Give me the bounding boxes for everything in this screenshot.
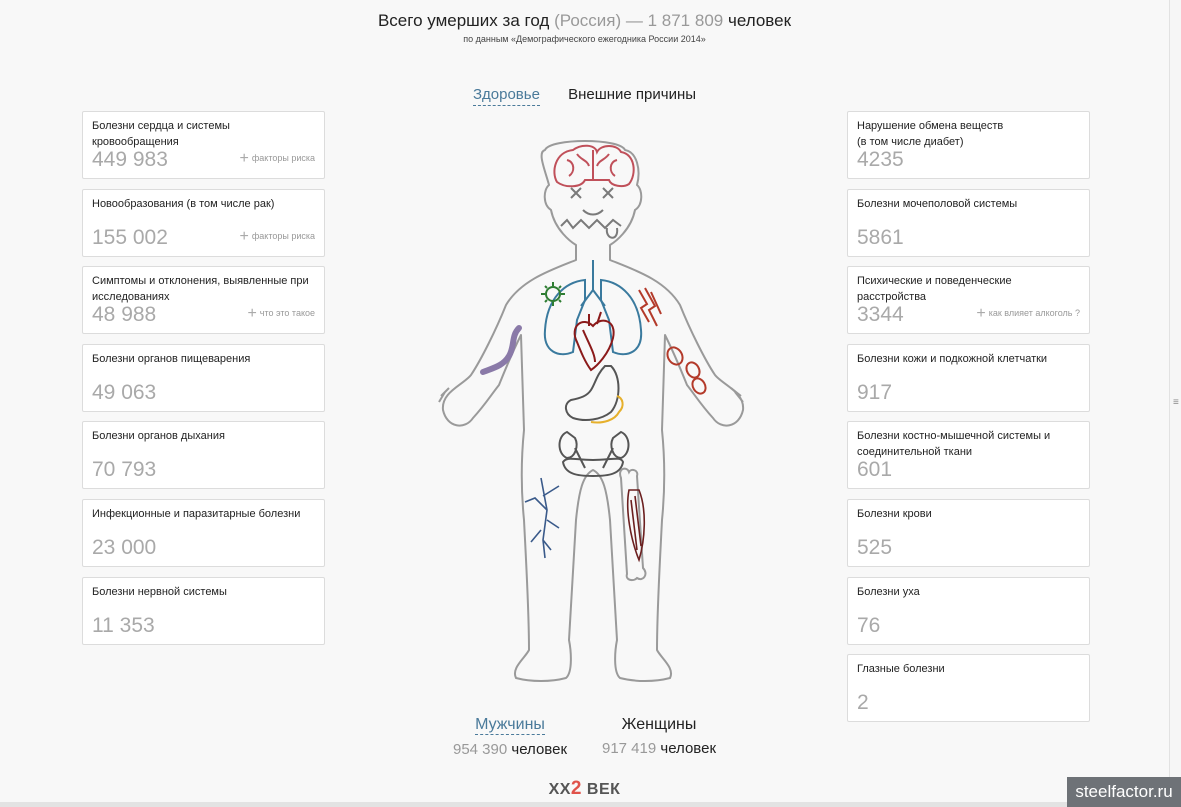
bone-icon	[619, 467, 647, 582]
cause-extra-label: как влияет алкоголь ?	[988, 308, 1080, 319]
category-tabs: Здоровье Внешние причины	[0, 86, 1169, 106]
cause-death-count: 2	[857, 691, 869, 715]
gender-women[interactable]: Женщины 917 419 человек	[569, 716, 749, 757]
cause-card[interactable]: Болезни кожи и подкожной клетчатки 917	[847, 343, 1090, 412]
watermark: steelfactor.ru	[1067, 777, 1181, 807]
plus-icon: +	[239, 150, 249, 167]
site-logo[interactable]: XX2 ВЕК	[0, 778, 1169, 800]
cause-label: Болезни уха	[857, 585, 920, 598]
cause-card[interactable]: Новообразования (в том числе рак) 155 002…	[82, 188, 325, 257]
cause-label: Болезни костно-мышечной системы и соедин…	[857, 430, 1051, 459]
cause-label: Болезни нервной системы	[92, 585, 227, 598]
nerve-icon	[524, 477, 560, 559]
cause-card[interactable]: Инфекционные и паразитарные болезни 23 00…	[82, 499, 325, 567]
cause-extra-label: что это такое	[259, 308, 315, 319]
cause-card[interactable]: Болезни костно-мышечной системы и соедин…	[847, 421, 1090, 490]
face-icon	[560, 187, 622, 239]
cause-label: Болезни кожи и подкожной клетчатки	[857, 352, 1048, 365]
cause-death-count: 525	[857, 536, 893, 559]
cause-extra-link[interactable]: + факторы риска	[240, 150, 315, 168]
virus-icon	[541, 282, 565, 306]
women-count-unit: человек	[656, 740, 717, 757]
title-total: 1 871 809	[647, 11, 724, 30]
cause-label: Нарушение обмена веществ (в том числе ди…	[857, 120, 1004, 148]
cause-extra-label: факторы риска	[251, 153, 315, 163]
tab-external-causes[interactable]: Внешние причины	[568, 86, 696, 105]
cause-death-count: 48 988	[92, 303, 157, 327]
body-diagram	[438, 140, 745, 682]
plus-icon: +	[976, 305, 986, 323]
worm-icon	[480, 325, 522, 375]
cause-card[interactable]: Болезни сердца и системы кровообращения 4…	[82, 111, 325, 179]
body-outline-icon	[438, 140, 745, 682]
cause-card[interactable]: Глазные болезни 2	[847, 654, 1090, 723]
page-subtitle: по данным «Демографического ежегодника Р…	[463, 34, 706, 44]
page-title: Всего умерших за год (Россия) — 1 871 80…	[0, 11, 1169, 31]
cause-death-count: 917	[857, 380, 893, 404]
men-count-number: 954 390	[452, 741, 508, 758]
cause-extra-link[interactable]: + факторы риска	[240, 228, 315, 246]
cause-death-count: 155 002	[92, 225, 168, 249]
women-count-number: 917 419	[601, 740, 657, 757]
cause-label: Болезни сердца и системы кровообращения	[92, 120, 230, 148]
cause-death-count: 23 000	[92, 536, 157, 559]
plus-icon: +	[247, 305, 257, 323]
cause-death-count: 76	[857, 613, 881, 637]
cause-extra-label: факторы риска	[251, 230, 315, 241]
lungs-icon	[543, 260, 643, 356]
cause-card[interactable]: Болезни мочеполовой системы 5861	[847, 188, 1090, 257]
cause-death-count: 449 983	[92, 148, 168, 171]
cause-card[interactable]: Болезни органов пищеварения 49 063	[82, 343, 325, 412]
cause-death-count: 4235	[857, 148, 904, 171]
cause-label: Инфекционные и паразитарные болезни	[92, 508, 301, 520]
cause-card[interactable]: Болезни уха 76	[847, 576, 1090, 645]
cause-death-count: 5861	[857, 225, 904, 249]
cause-card[interactable]: Болезни органов дыхания 70 793	[82, 421, 325, 490]
logo-right: ВЕК	[581, 781, 621, 798]
cause-death-count: 11 353	[92, 613, 155, 637]
skin-icon	[638, 287, 707, 395]
heart-icon	[573, 311, 615, 372]
cause-death-count: 70 793	[92, 458, 157, 482]
cause-card[interactable]: Психические и поведенческие расстройства…	[847, 266, 1090, 335]
cause-label: Глазные болезни	[857, 663, 945, 676]
plus-icon: +	[239, 227, 249, 245]
cause-card[interactable]: Болезни крови 525	[847, 499, 1090, 567]
cause-label: Симптомы и отклонения, выявленные при ис…	[92, 275, 309, 304]
cause-death-count: 601	[857, 458, 893, 482]
cause-extra-link[interactable]: + как влияет алкоголь ?	[976, 305, 1080, 323]
cause-death-count: 49 063	[92, 380, 157, 404]
cause-label: Болезни мочеполовой системы	[857, 197, 1018, 210]
cause-card[interactable]: Симптомы и отклонения, выявленные при ис…	[82, 266, 325, 335]
cause-death-count: 3344	[857, 303, 904, 327]
cause-label: Болезни органов пищеварения	[92, 352, 251, 365]
cause-label: Болезни органов дыхания	[92, 430, 225, 443]
cause-card[interactable]: Нарушение обмена веществ (в том числе ди…	[847, 111, 1090, 179]
gender-women-label[interactable]: Женщины	[622, 716, 697, 734]
stomach-icon	[565, 365, 620, 421]
cause-label: Психические и поведенческие расстройства	[857, 275, 1012, 304]
title-region: (Россия)	[554, 11, 622, 30]
cause-card[interactable]: Болезни нервной системы 11 353	[82, 576, 325, 645]
scrollbar-grip-icon[interactable]: ≡	[1173, 398, 1179, 408]
brain-icon	[553, 144, 635, 188]
cause-label: Новообразования (в том числе рак)	[92, 197, 275, 210]
title-prefix: Всего умерших за год	[377, 11, 555, 30]
muscle-icon	[626, 489, 646, 563]
title-suffix: человек	[723, 11, 792, 30]
title-dash: —	[621, 11, 648, 30]
gender-women-count: 917 419 человек	[569, 740, 749, 757]
tab-health[interactable]: Здоровье	[472, 86, 540, 106]
gender-men-label[interactable]: Мужчины	[475, 716, 545, 735]
logo-two: 2	[570, 778, 582, 799]
logo-left: XX	[548, 781, 571, 798]
cause-label: Болезни крови	[857, 508, 932, 520]
men-count-unit: человек	[507, 741, 568, 758]
bottom-strip	[0, 802, 1067, 807]
cause-extra-link[interactable]: + что это такое	[247, 305, 315, 323]
